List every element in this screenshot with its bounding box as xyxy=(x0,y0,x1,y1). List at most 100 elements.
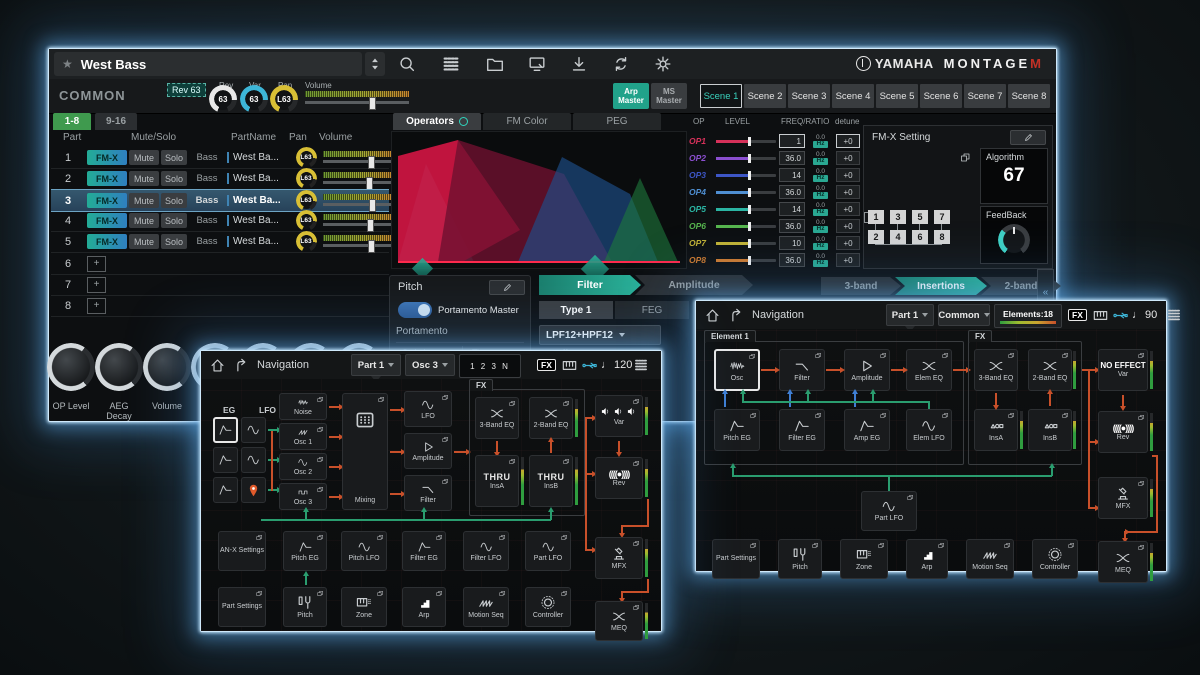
node-elem-lfo[interactable]: Elem LFO xyxy=(906,409,952,451)
add-part-button[interactable]: + xyxy=(87,298,106,314)
op-row-7[interactable]: OP7 10 0.0Hz +0 xyxy=(689,235,861,251)
nav2-elements-indicator[interactable]: Elements:18 xyxy=(994,304,1062,328)
node-filter-eg[interactable]: Filter EG xyxy=(779,409,825,451)
node-filter-eg[interactable]: Filter EG xyxy=(402,531,446,571)
scene-1-tab[interactable]: Scene 1 xyxy=(700,84,742,108)
node-zone[interactable]: Zone xyxy=(840,539,888,579)
preset-name-box[interactable]: ★ West Bass xyxy=(54,52,362,76)
op-level-slider[interactable] xyxy=(716,174,776,177)
node-amplitude[interactable]: Amplitude xyxy=(404,433,452,469)
part-row-1[interactable]: 1 FM-X Mute Solo Bass West Ba... L63 xyxy=(51,147,389,169)
grid-icon[interactable] xyxy=(633,357,649,373)
amplitude-section-tab[interactable]: Amplitude xyxy=(635,275,753,295)
node-noise[interactable]: Noise xyxy=(279,393,327,420)
node-controller[interactable]: Controller xyxy=(525,587,571,627)
op-freq-value[interactable]: 36.0 xyxy=(779,151,805,165)
node-lfo[interactable]: LFO xyxy=(404,391,452,427)
tab-peg[interactable]: PEG xyxy=(573,113,661,130)
op-detune-value[interactable]: +0 xyxy=(836,134,860,148)
node-osc-1[interactable]: Osc 1 xyxy=(279,423,327,450)
node-anx-settings[interactable]: AN-X Settings xyxy=(218,531,266,571)
nav2-common-tab[interactable]: Common xyxy=(938,304,990,326)
assign-knob-1[interactable] xyxy=(51,347,91,387)
node-ins-a[interactable]: THRU InsA xyxy=(475,455,519,507)
node-ins-a[interactable]: InsA xyxy=(974,409,1018,451)
parts-9-16-tab[interactable]: 9-16 xyxy=(95,113,137,130)
op-level-slider[interactable] xyxy=(716,208,776,211)
node-amp-eg[interactable]: Amp EG xyxy=(844,409,890,451)
node-osc[interactable]: Osc xyxy=(714,349,760,391)
op-freq-value[interactable]: 36.0 xyxy=(779,219,805,233)
op-freq-value[interactable]: 36.0 xyxy=(779,185,805,199)
mute-button[interactable]: Mute xyxy=(129,234,159,249)
node-zone[interactable]: Zone xyxy=(341,587,387,627)
node-lfo-3[interactable] xyxy=(241,477,266,503)
op-row-5[interactable]: OP5 14 0.0Hz +0 xyxy=(689,201,861,217)
node-pitch-eg[interactable]: Pitch EG xyxy=(283,531,327,571)
node-pitch-lfo[interactable]: Pitch LFO xyxy=(341,531,387,571)
mute-button[interactable]: Mute xyxy=(129,171,159,186)
home-icon[interactable] xyxy=(209,357,226,374)
op-detune-value[interactable]: +0 xyxy=(836,151,860,165)
node-motion-seq[interactable]: Motion Seq xyxy=(463,587,509,627)
fx-badge[interactable]: FX xyxy=(537,359,556,371)
fx-badge[interactable]: FX xyxy=(1068,309,1087,321)
node-arp[interactable]: Arp xyxy=(906,539,948,579)
op-freq-value[interactable]: 14 xyxy=(779,168,805,182)
tempo-display[interactable]: ♩90 xyxy=(1132,309,1157,321)
add-part-button[interactable]: + xyxy=(87,256,106,272)
node-motion-seq[interactable]: Motion Seq xyxy=(966,539,1014,579)
part-pan-knob[interactable]: L63 xyxy=(298,170,315,187)
add-part-button[interactable]: + xyxy=(87,277,106,293)
solo-button[interactable]: Solo xyxy=(161,234,187,249)
tab-fm-color[interactable]: FM Color xyxy=(483,113,571,130)
filter-type-dropdown[interactable]: LPF12+HPF12 xyxy=(539,325,661,345)
scene-8-tab[interactable]: Scene 8 xyxy=(1008,84,1050,108)
parts-1-8-tab[interactable]: 1-8 xyxy=(53,113,91,130)
node-ins-b[interactable]: THRU InsB xyxy=(529,455,573,507)
op-detune-value[interactable]: +0 xyxy=(836,219,860,233)
solo-button[interactable]: Solo xyxy=(161,171,187,186)
rev-knob[interactable]: 63 xyxy=(212,88,234,110)
part-name[interactable]: West Ba... xyxy=(227,215,289,226)
part-name[interactable]: West Ba... xyxy=(227,173,289,184)
node-mfx[interactable]: MFX xyxy=(595,537,643,579)
node-eg-2[interactable] xyxy=(213,447,238,473)
master-volume-slider[interactable] xyxy=(305,101,409,104)
settings-gear-icon[interactable] xyxy=(653,54,673,74)
scene-5-tab[interactable]: Scene 5 xyxy=(876,84,918,108)
send-to-device-icon[interactable] xyxy=(527,54,547,74)
part-row-8-empty[interactable]: 8 + xyxy=(51,295,389,317)
grid-icon[interactable] xyxy=(1166,307,1182,323)
scene-3-tab[interactable]: Scene 3 xyxy=(788,84,830,108)
nav1-elements-indicator[interactable]: 1 2 3 N xyxy=(459,354,521,378)
part-volume-slider[interactable] xyxy=(323,235,397,249)
node-part-lfo[interactable]: Part LFO xyxy=(861,491,917,531)
op-detune-value[interactable]: +0 xyxy=(836,236,860,250)
op-detune-value[interactable]: +0 xyxy=(836,185,860,199)
op-level-slider[interactable] xyxy=(716,191,776,194)
part-volume-slider[interactable] xyxy=(323,214,397,228)
op-level-slider[interactable] xyxy=(716,242,776,245)
node-meq[interactable]: MEQ xyxy=(595,601,643,641)
home-icon[interactable] xyxy=(704,307,721,324)
node-variation[interactable]: Var xyxy=(595,395,643,437)
scene-2-tab[interactable]: Scene 2 xyxy=(744,84,786,108)
node-filter[interactable]: Filter xyxy=(779,349,825,391)
part-volume-slider[interactable] xyxy=(323,151,397,165)
node-controller[interactable]: Controller xyxy=(1032,539,1078,579)
op-row-4[interactable]: OP4 36.0 0.0Hz +0 xyxy=(689,184,861,200)
nav1-part-tab[interactable]: Part 1 xyxy=(351,354,401,376)
node-ins-b[interactable]: InsB xyxy=(1028,409,1072,451)
algorithm-display[interactable]: Algorithm 67 xyxy=(980,148,1048,204)
node-reverb[interactable]: ((((●)))) Rev xyxy=(1098,411,1148,453)
op-detune-value[interactable]: +0 xyxy=(836,202,860,216)
eq-insertions-tab[interactable]: Insertions xyxy=(895,277,987,295)
mute-button[interactable]: Mute xyxy=(129,150,159,165)
nav1-osc-tab[interactable]: Osc 3 xyxy=(405,354,455,376)
filter-feg-tab[interactable]: FEG xyxy=(615,301,689,319)
node-3band-eq[interactable]: 3-Band EQ xyxy=(974,349,1018,391)
keyboard-icon[interactable] xyxy=(1092,307,1109,324)
op-row-1[interactable]: OP1 1 0.0Hz +0 xyxy=(689,133,861,149)
sync-icon[interactable] xyxy=(611,54,631,74)
